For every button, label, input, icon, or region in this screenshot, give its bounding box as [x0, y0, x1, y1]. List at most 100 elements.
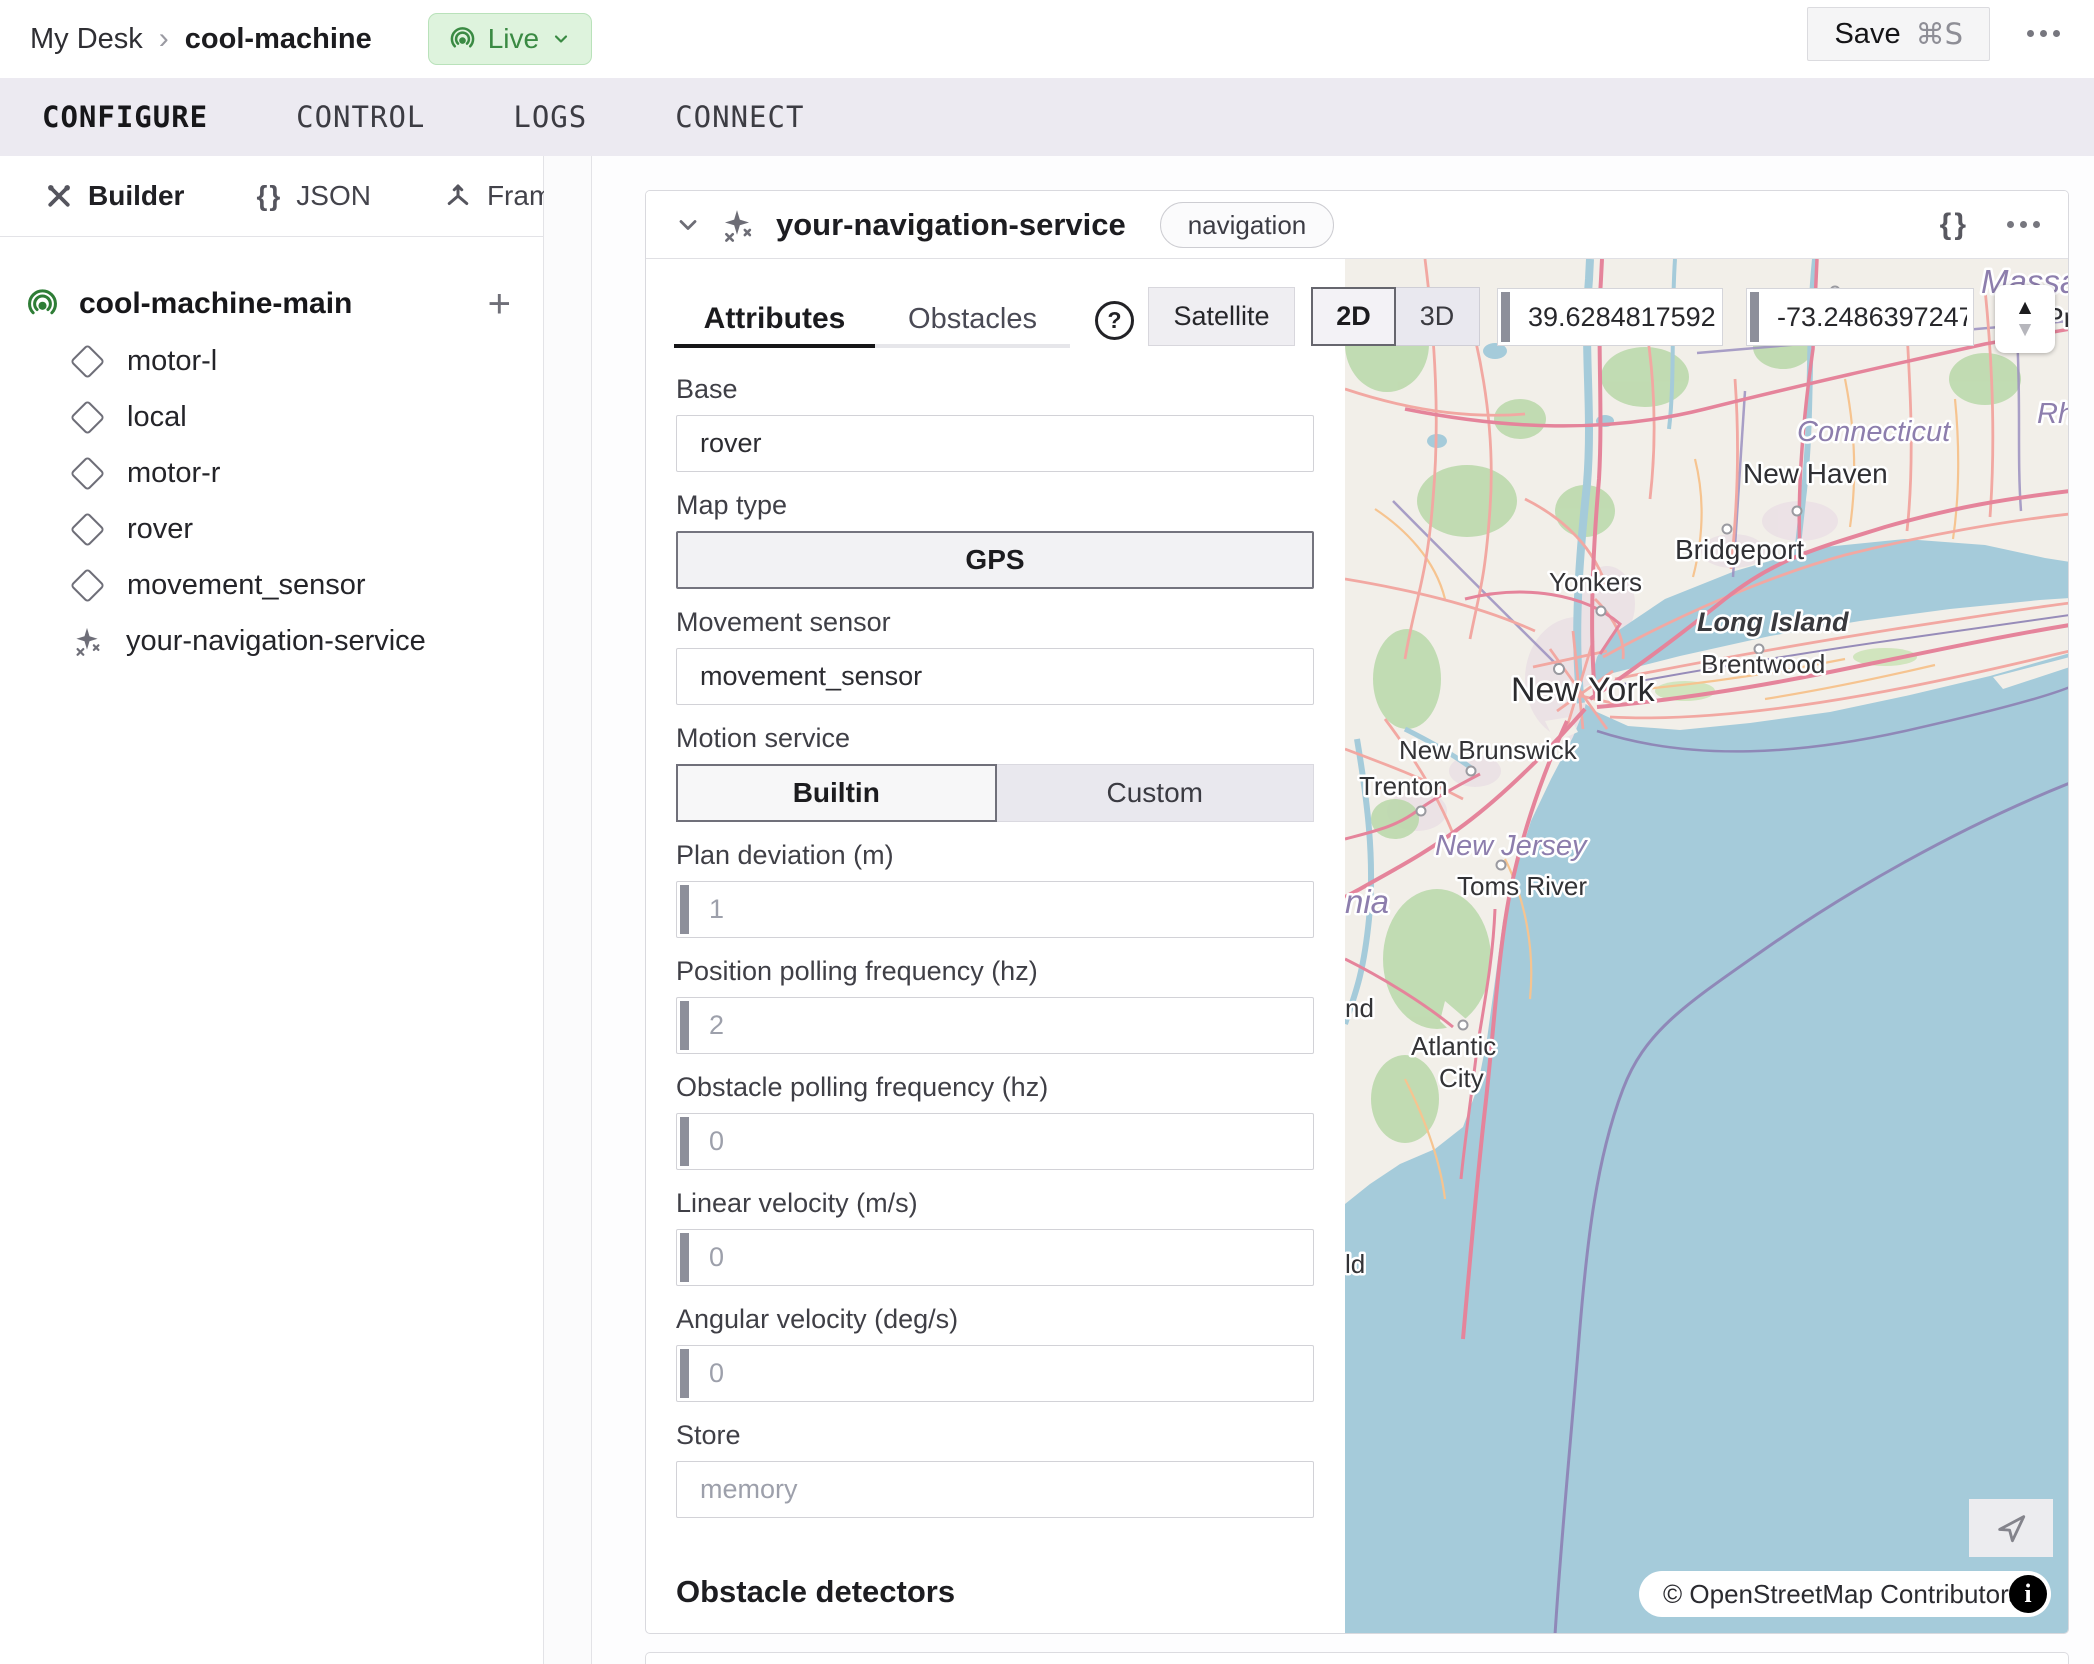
- save-label: Save: [1834, 18, 1900, 51]
- number-input-bar: [680, 885, 689, 934]
- latitude-input[interactable]: [1497, 288, 1723, 346]
- motion-service-custom-option[interactable]: Custom: [997, 764, 1315, 822]
- field-motion-service: Motion service Builtin Custom: [676, 724, 1314, 822]
- angular-velocity-label: Angular velocity (deg/s): [676, 1305, 1314, 1334]
- number-input-bar: [680, 1001, 689, 1050]
- nav-tab-control[interactable]: CONTROL: [296, 100, 425, 134]
- field-linear-velocity: Linear velocity (m/s): [676, 1189, 1314, 1286]
- base-input[interactable]: [676, 415, 1314, 472]
- save-button[interactable]: Save ⌘S: [1807, 7, 1990, 61]
- json-icon: {}: [256, 180, 282, 212]
- angular-velocity-input[interactable]: [676, 1345, 1314, 1402]
- field-obstacle-polling: Obstacle polling frequency (hz): [676, 1073, 1314, 1170]
- map-label: City: [1439, 1063, 1484, 1093]
- sidebar-item-motor-r[interactable]: motor-r: [0, 445, 543, 501]
- live-label: Live: [488, 23, 539, 55]
- map-label: Long Island: [1697, 607, 1849, 637]
- linear-velocity-input[interactable]: [676, 1229, 1314, 1286]
- map-type-gps-button[interactable]: GPS: [676, 531, 1314, 589]
- sidebar-item-machine-main[interactable]: cool-machine-main +: [0, 275, 543, 333]
- next-card-edge: [645, 1652, 2069, 1664]
- movement-sensor-input[interactable]: [676, 648, 1314, 705]
- breadcrumb-root-link[interactable]: My Desk: [30, 23, 143, 56]
- machine-name: cool-machine-main: [79, 287, 352, 321]
- live-status-dropdown[interactable]: Live: [428, 13, 592, 65]
- tab-obstacles[interactable]: Obstacles: [875, 295, 1070, 343]
- navigation-service-card: your-navigation-service navigation {} At…: [645, 190, 2069, 1634]
- main-nav-tabs: CONFIGURE CONTROL LOGS CONNECT: [0, 78, 2094, 156]
- save-shortcut: ⌘S: [1916, 17, 1963, 51]
- store-label: Store: [676, 1421, 1314, 1450]
- field-store: Store: [676, 1421, 1314, 1518]
- attributes-form: Base Map type GPS Movement sensor Motion…: [676, 375, 1314, 1610]
- sidebar-resize-gutter[interactable]: [544, 156, 592, 1664]
- machine-children: motor-llocalmotor-rrovermovement_sensor …: [0, 333, 543, 669]
- component-diamond-icon: [70, 343, 105, 378]
- sidebar-view-tabs: Builder{}JSONFrame: [0, 156, 543, 237]
- card-header: your-navigation-service navigation {}: [646, 191, 2068, 259]
- frame-icon: [443, 181, 473, 211]
- field-plan-deviation: Plan deviation (m): [676, 841, 1314, 938]
- navigation-map[interactable]: MassacProRhodConnecticutNew HavenBridgep…: [1345, 259, 2069, 1634]
- sidebar-item-your-navigation-service[interactable]: your-navigation-service: [0, 613, 543, 669]
- top-header: My Desk › cool-machine Live Save ⌘S: [0, 0, 2094, 78]
- view-3d-button[interactable]: 3D: [1394, 287, 1480, 346]
- field-angular-velocity: Angular velocity (deg/s): [676, 1305, 1314, 1402]
- map-label: Brentwood: [1701, 649, 1825, 679]
- store-input[interactable]: [676, 1461, 1314, 1518]
- tree-item-label: motor-r: [127, 457, 220, 490]
- sidebar-item-rover[interactable]: rover: [0, 501, 543, 557]
- longitude-input[interactable]: [1746, 288, 1974, 346]
- component-diamond-icon: [70, 399, 105, 434]
- sidebar-item-movement_sensor[interactable]: movement_sensor: [0, 557, 543, 613]
- map-label: Trenton: [1359, 771, 1448, 801]
- map-label: New Jersey: [1435, 830, 1588, 862]
- step-up-icon[interactable]: ▲: [2015, 297, 2036, 319]
- service-type-badge: navigation: [1160, 202, 1335, 248]
- locate-button[interactable]: [1969, 1499, 2053, 1557]
- card-menu-icon[interactable]: [2007, 221, 2040, 228]
- nav-tab-logs[interactable]: LOGS: [513, 100, 587, 134]
- sidebar-item-local[interactable]: local: [0, 389, 543, 445]
- tree-item-label: local: [127, 401, 187, 434]
- breadcrumb-separator-icon: ›: [159, 22, 169, 56]
- panel-tabs: Attributes Obstacles: [674, 295, 1070, 351]
- tab-track: [674, 344, 1070, 348]
- view-2d-button[interactable]: 2D: [1311, 287, 1396, 346]
- map-label: ld: [1345, 1249, 1365, 1279]
- nav-tab-configure[interactable]: CONFIGURE: [42, 100, 208, 134]
- tree-item-label: movement_sensor: [127, 569, 366, 602]
- satellite-toggle-button[interactable]: Satellite: [1148, 287, 1295, 346]
- obstacle-polling-input[interactable]: [676, 1113, 1314, 1170]
- component-diamond-icon: [70, 511, 105, 546]
- service-title: your-navigation-service: [776, 207, 1126, 243]
- service-sparkles-icon: [72, 626, 102, 656]
- zoom-stepper[interactable]: ▲ ▼: [1995, 285, 2055, 353]
- step-down-icon[interactable]: ▼: [2015, 319, 2036, 341]
- position-polling-input[interactable]: [676, 997, 1314, 1054]
- sidebar-item-motor-l[interactable]: motor-l: [0, 333, 543, 389]
- plan-deviation-input[interactable]: [676, 881, 1314, 938]
- plan-deviation-label: Plan deviation (m): [676, 841, 1314, 870]
- sidebar-tab-json[interactable]: {}JSON: [256, 180, 370, 212]
- config-sidebar: Builder{}JSONFrame cool-machine-main + m…: [0, 156, 544, 1664]
- view-json-icon[interactable]: {}: [1940, 208, 1969, 242]
- builder-icon: [44, 181, 74, 211]
- help-icon[interactable]: ?: [1095, 301, 1134, 340]
- add-component-button[interactable]: +: [488, 284, 511, 324]
- motion-service-builtin-option[interactable]: Builtin: [676, 764, 997, 822]
- collapse-chevron-icon[interactable]: [674, 211, 702, 239]
- motion-service-segmented: Builtin Custom: [676, 764, 1314, 822]
- field-position-polling: Position polling frequency (hz): [676, 957, 1314, 1054]
- component-diamond-icon: [70, 567, 105, 602]
- more-menu-icon[interactable]: [2027, 30, 2060, 37]
- sidebar-tab-builder[interactable]: Builder: [44, 180, 184, 212]
- obstacle-polling-label: Obstacle polling frequency (hz): [676, 1073, 1314, 1102]
- machine-tree: cool-machine-main + motor-l local motor-r r…: [0, 237, 543, 669]
- tab-attributes[interactable]: Attributes: [674, 295, 875, 343]
- viam-app: My Desk › cool-machine Live Save ⌘S CONF…: [0, 0, 2094, 1664]
- field-map-type: Map type GPS: [676, 491, 1314, 589]
- base-label: Base: [676, 375, 1314, 404]
- info-icon[interactable]: i: [2009, 1575, 2047, 1613]
- nav-tab-connect[interactable]: CONNECT: [675, 100, 804, 134]
